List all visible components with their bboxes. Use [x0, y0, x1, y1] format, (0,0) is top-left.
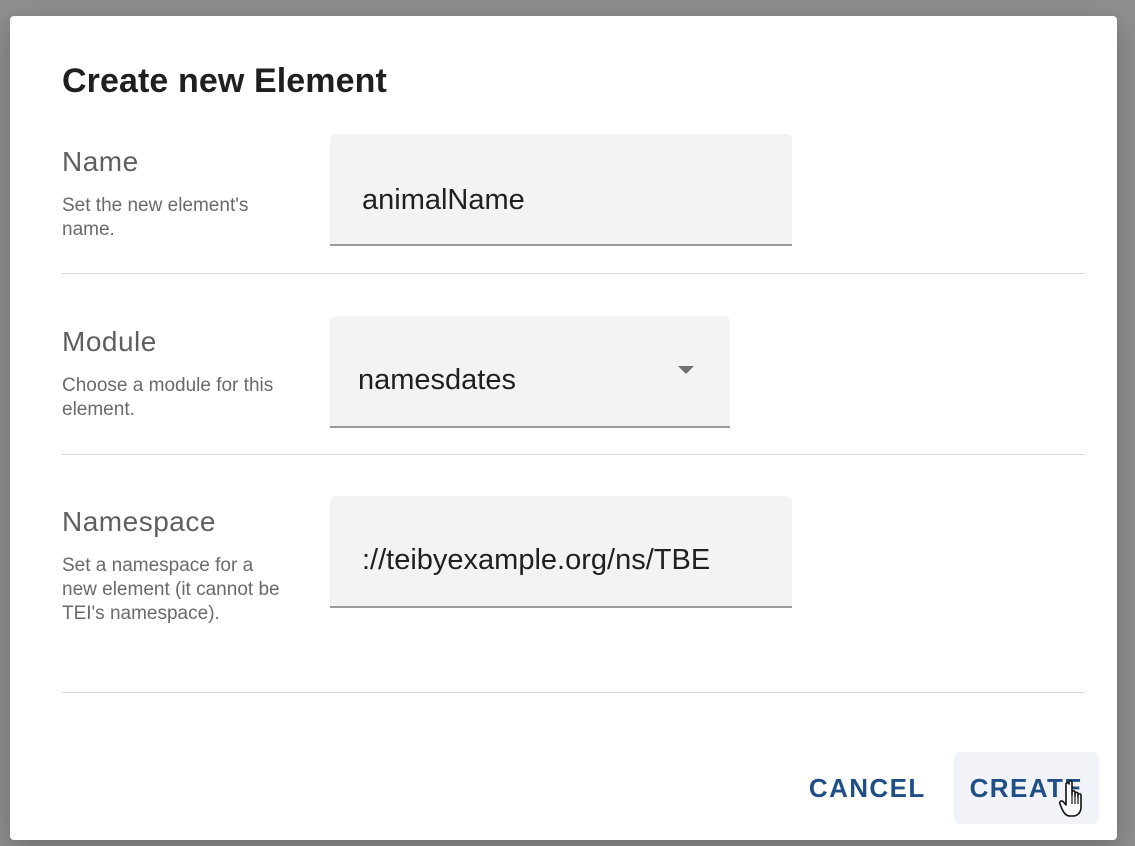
name-label: Name: [62, 146, 139, 177]
divider: [62, 692, 1085, 693]
module-select-value: namesdates: [358, 364, 516, 396]
divider: [62, 454, 1085, 455]
name-hint: Set the new element's name.: [62, 195, 249, 240]
hand-cursor-icon: [1059, 780, 1082, 817]
name-row: Name Set the new element's name. animalN…: [62, 134, 1085, 276]
namespace-input-value: ://teibyexample.org/ns/TBE: [362, 544, 711, 576]
namespace-label: Namespace: [62, 506, 216, 537]
create-element-dialog: Create new Element Name Set the new elem…: [10, 16, 1117, 840]
module-row: Module Choose a module for this element.…: [62, 316, 1085, 456]
namespace-hint: Set a namespace for a new element (it ca…: [62, 555, 280, 624]
divider: [62, 273, 1085, 274]
module-label: Module: [62, 326, 157, 357]
chevron-down-icon[interactable]: [678, 366, 694, 374]
name-input-value: animalName: [362, 184, 525, 216]
module-select[interactable]: namesdates: [330, 316, 730, 428]
create-button[interactable]: CREATE: [953, 752, 1099, 824]
name-input[interactable]: animalName: [330, 134, 792, 246]
cancel-button[interactable]: CANCEL: [793, 752, 942, 824]
dialog-title: Create new Element: [62, 62, 387, 100]
namespace-row: Namespace Set a namespace for a new elem…: [62, 496, 1085, 706]
namespace-input[interactable]: ://teibyexample.org/ns/TBE: [330, 496, 792, 608]
dialog-actions: CANCEL CREATE: [793, 752, 1099, 824]
module-hint: Choose a module for this element.: [62, 375, 274, 420]
